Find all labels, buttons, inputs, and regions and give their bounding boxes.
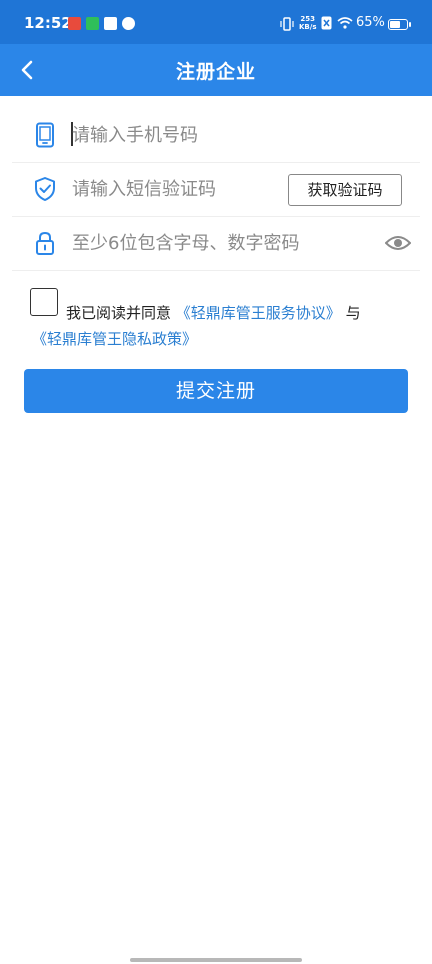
phone-row — [12, 108, 420, 163]
sms-code-row: 获取验证码 — [12, 162, 420, 217]
network-speed: 253 KB/s — [299, 15, 316, 31]
app-notification-icon — [86, 17, 99, 30]
battery-icon — [388, 19, 408, 30]
eye-icon[interactable] — [385, 232, 411, 254]
password-row — [12, 216, 420, 271]
agreement-line-2: 《轻鼎库管王隐私政策》 — [32, 328, 197, 349]
network-speed-value: 253 — [300, 15, 316, 23]
submit-register-button[interactable]: 提交注册 — [24, 369, 408, 413]
agreement-prefix: 我已阅读并同意 — [66, 304, 172, 322]
get-code-button[interactable]: 获取验证码 — [288, 174, 402, 206]
phone-icon — [36, 122, 54, 148]
status-time: 12:52 — [24, 14, 72, 32]
sms-code-input[interactable] — [72, 175, 277, 203]
status-bar: 12:52 253 KB/s 65% — [0, 0, 432, 44]
page-title: 注册企业 — [175, 61, 256, 83]
privacy-policy-link[interactable]: 《轻鼎库管王隐私政策》 — [32, 330, 197, 348]
phone-input[interactable] — [72, 121, 372, 149]
app-notification-icon — [68, 17, 81, 30]
battery-percent: 65% — [356, 15, 385, 30]
service-agreement-link[interactable]: 《轻鼎库管王服务协议》 — [176, 304, 341, 322]
vibrate-icon — [280, 17, 294, 31]
shield-check-icon — [35, 177, 55, 201]
nav-bar: 注册企业 — [0, 44, 432, 96]
agreement-checkbox[interactable] — [30, 288, 58, 316]
agreement-joiner: 与 — [345, 304, 361, 322]
agreement-line-1: 我已阅读并同意 《轻鼎库管王服务协议》 与 — [66, 302, 361, 323]
wifi-icon — [337, 17, 353, 29]
lock-icon — [36, 231, 54, 255]
home-indicator[interactable] — [130, 958, 302, 962]
network-speed-unit: KB/s — [299, 23, 317, 31]
no-sim-icon — [321, 16, 332, 30]
app-notification-icon — [104, 17, 117, 30]
app-notification-icon — [122, 17, 135, 30]
password-input[interactable] — [72, 229, 372, 257]
